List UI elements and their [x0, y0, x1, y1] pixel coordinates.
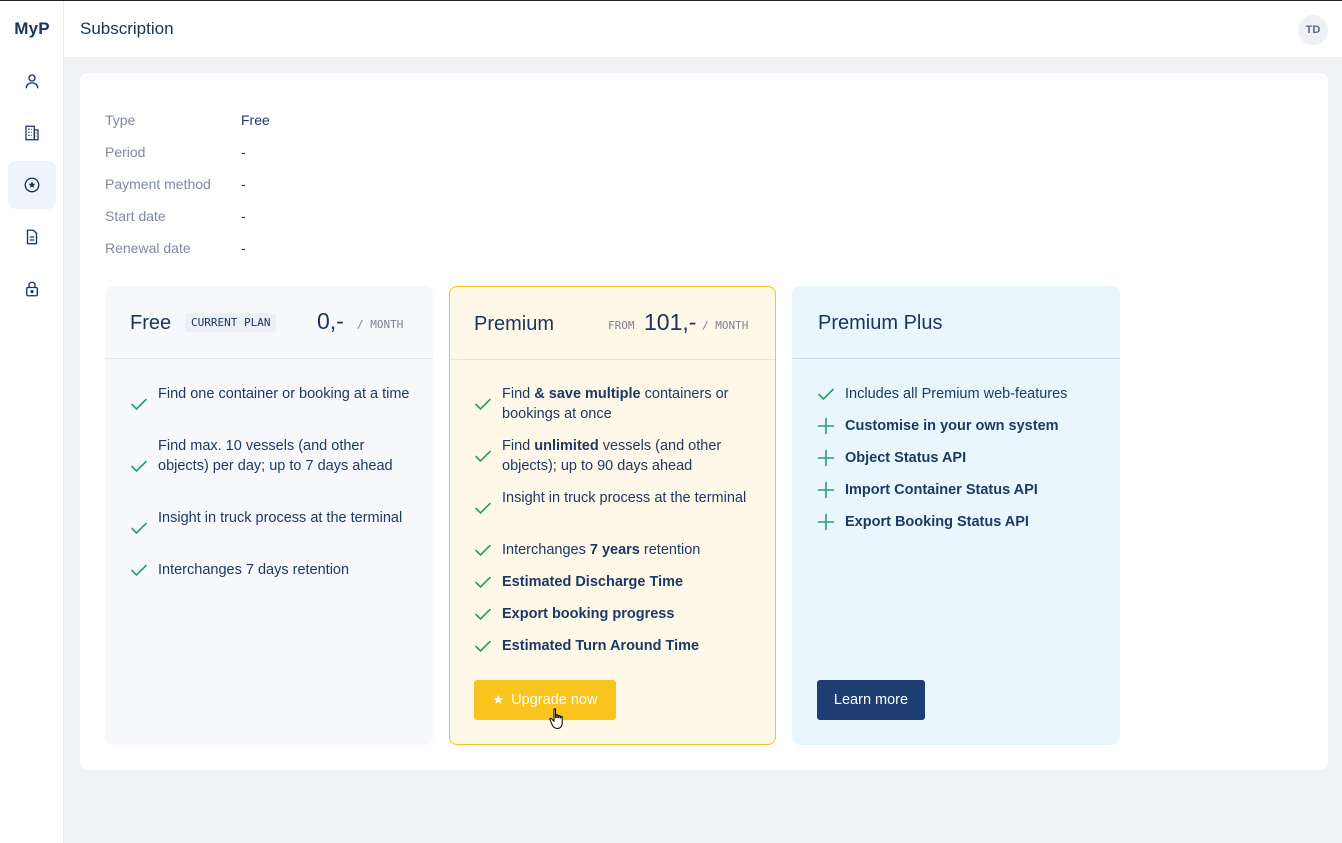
plan-card-free: Free CURRENT PLAN 0,- / MONTH Find one c… [105, 286, 433, 745]
sidebar-item-security[interactable] [8, 265, 56, 313]
feature-item: Object Status API [817, 448, 1102, 468]
avatar[interactable]: TD [1298, 15, 1328, 45]
info-value: - [241, 144, 246, 160]
check-icon [475, 502, 491, 515]
feature-item: Estimated Turn Around Time [474, 636, 759, 656]
page-title: Subscription [80, 19, 174, 38]
check-icon [131, 398, 147, 411]
document-icon [26, 229, 38, 245]
feature-text: Insight in truck process at the terminal [502, 490, 747, 506]
plus-icon [817, 481, 835, 499]
feature-item: Find one container or booking at a time [130, 384, 415, 424]
sidebar-item-profile[interactable] [8, 57, 56, 105]
sidebar-item-company[interactable] [8, 109, 56, 157]
plus-icon [817, 417, 835, 435]
check-icon [475, 544, 491, 557]
check-icon [818, 388, 834, 401]
check-icon [475, 640, 491, 653]
feature-item: Find & save multiple containers or booki… [474, 384, 759, 424]
info-value: - [241, 208, 246, 224]
plan-header: Free CURRENT PLAN 0,- / MONTH [105, 286, 433, 359]
price-from-label: FROM [608, 319, 635, 332]
plan-header: Premium Plus [792, 286, 1120, 359]
feature-text: Interchanges 7 days retention [158, 562, 350, 578]
feature-item: Interchanges 7 years retention [474, 540, 759, 560]
check-icon [475, 398, 491, 411]
info-value: - [241, 240, 246, 256]
plus-icon [817, 513, 835, 531]
brand-logo[interactable]: MyP [0, 19, 64, 39]
feature-text: Find one container or booking at a time [158, 386, 410, 402]
sidebar-item-subscription[interactable] [8, 161, 56, 209]
feature-item: Includes all Premium web-features [817, 384, 1102, 404]
current-plan-badge: CURRENT PLAN [185, 313, 277, 332]
button-label: Upgrade now [511, 692, 598, 708]
check-icon [131, 522, 147, 535]
feature-item: Insight in truck process at the terminal [130, 508, 415, 548]
feature-text: Customise in your own system [845, 418, 1059, 434]
plan-header: Premium FROM 101,- / MONTH [450, 287, 775, 360]
info-label: Period [105, 144, 146, 160]
star-icon: ★ [492, 692, 505, 707]
feature-text: Export booking progress [502, 606, 675, 622]
price-period: / MONTH [702, 319, 749, 332]
feature-item: Find max. 10 vessels (and other objects)… [130, 436, 415, 496]
feature-text: Estimated Discharge Time [502, 574, 684, 590]
feature-item: Estimated Discharge Time [474, 572, 759, 592]
feature-item: Interchanges 7 days retention [130, 560, 415, 580]
feature-text: Find unlimited vessels (and other object… [502, 438, 722, 474]
upgrade-now-button[interactable]: ★ Upgrade now [474, 680, 616, 720]
check-icon [131, 460, 147, 473]
building-icon [25, 125, 39, 141]
plan-name: Premium [474, 313, 555, 335]
feature-item: Export Booking Status API [817, 512, 1102, 532]
check-icon [475, 450, 491, 463]
hand-cursor-icon [549, 708, 563, 730]
info-label: Payment method [105, 176, 211, 192]
check-icon [131, 564, 147, 577]
plan-card-premium: Premium FROM 101,- / MONTH Find & save m… [449, 286, 776, 745]
feature-text: Insight in truck process at the terminal [158, 510, 403, 526]
feature-text: Find & save multiple containers or booki… [502, 386, 729, 422]
feature-text: Export Booking Status API [845, 514, 1029, 530]
feature-text: Find max. 10 vessels (and other objects)… [158, 438, 393, 474]
info-value: Free [241, 112, 270, 128]
check-icon [475, 576, 491, 589]
info-value: - [241, 176, 246, 192]
feature-item: Export booking progress [474, 604, 759, 624]
info-label: Renewal date [105, 240, 191, 256]
feature-item: Import Container Status API [817, 480, 1102, 500]
plus-icon [817, 449, 835, 467]
info-label: Type [105, 112, 136, 128]
feature-item: Insight in truck process at the terminal [474, 488, 759, 528]
feature-item: Find unlimited vessels (and other object… [474, 436, 759, 476]
plan-name: Premium Plus [818, 312, 943, 334]
feature-text: Import Container Status API [845, 482, 1038, 498]
learn-more-button[interactable]: Learn more [817, 680, 925, 720]
check-icon [475, 608, 491, 621]
plan-card-premium-plus: Premium Plus Includes all Premium web-fe… [792, 286, 1120, 745]
plan-price: 0,- [317, 308, 344, 334]
plan-name: Free [130, 312, 172, 334]
star-circle-icon [24, 177, 40, 193]
feature-item: Customise in your own system [817, 416, 1102, 436]
feature-text: Object Status API [845, 450, 967, 466]
user-icon [25, 74, 39, 89]
sidebar: MyP [0, 1, 64, 843]
price-period: / MONTH [357, 318, 404, 331]
top-header: Subscription TD [64, 1, 1342, 57]
feature-text: Includes all Premium web-features [845, 386, 1068, 402]
subscription-card: Type Free Period - Payment method - Star… [80, 73, 1328, 770]
plan-price: 101,- [644, 309, 697, 335]
feature-text: Interchanges 7 years retention [502, 542, 701, 558]
feature-text: Estimated Turn Around Time [502, 638, 700, 654]
sidebar-item-documents[interactable] [8, 213, 56, 261]
lock-icon [26, 281, 38, 297]
info-label: Start date [105, 208, 166, 224]
